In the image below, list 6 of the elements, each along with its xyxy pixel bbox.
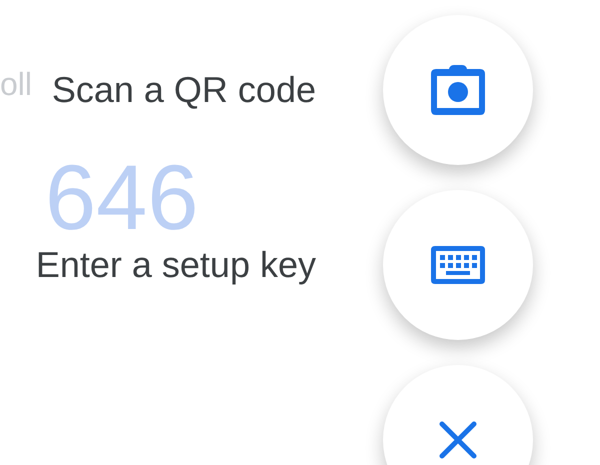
action-label: Enter a setup key [36,247,316,283]
camera-icon [431,65,485,115]
keyboard-icon [431,246,485,284]
action-label: Scan a QR code [52,72,316,108]
verification-code: 646 [45,152,198,244]
close-icon [439,421,477,459]
